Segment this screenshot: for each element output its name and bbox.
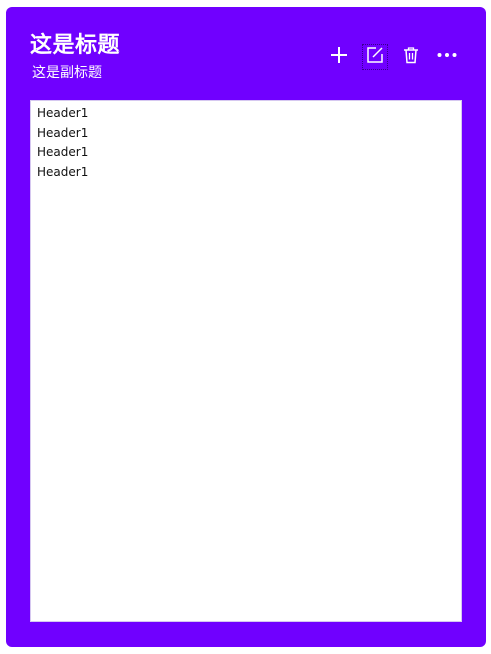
edit-button[interactable] (362, 44, 388, 70)
list-item[interactable]: Header1 (37, 163, 461, 183)
plus-icon (329, 45, 349, 69)
trash-icon (402, 46, 420, 68)
more-icon (436, 45, 458, 69)
card-title: 这是标题 (30, 33, 121, 58)
card-subtitle: 这是副标题 (32, 65, 102, 81)
edit-icon (366, 46, 384, 68)
add-button[interactable] (326, 44, 352, 70)
delete-button[interactable] (398, 44, 424, 70)
list-item[interactable]: Header1 (37, 143, 461, 163)
card-panel: 这是标题 这是副标题 Header1 Header1 Header1 Heade… (6, 7, 486, 647)
more-button[interactable] (434, 44, 460, 70)
list-item[interactable]: Header1 (37, 124, 461, 144)
list-panel: Header1 Header1 Header1 Header1 (30, 100, 462, 622)
card-toolbar (316, 44, 460, 70)
list-item[interactable]: Header1 (37, 104, 461, 124)
